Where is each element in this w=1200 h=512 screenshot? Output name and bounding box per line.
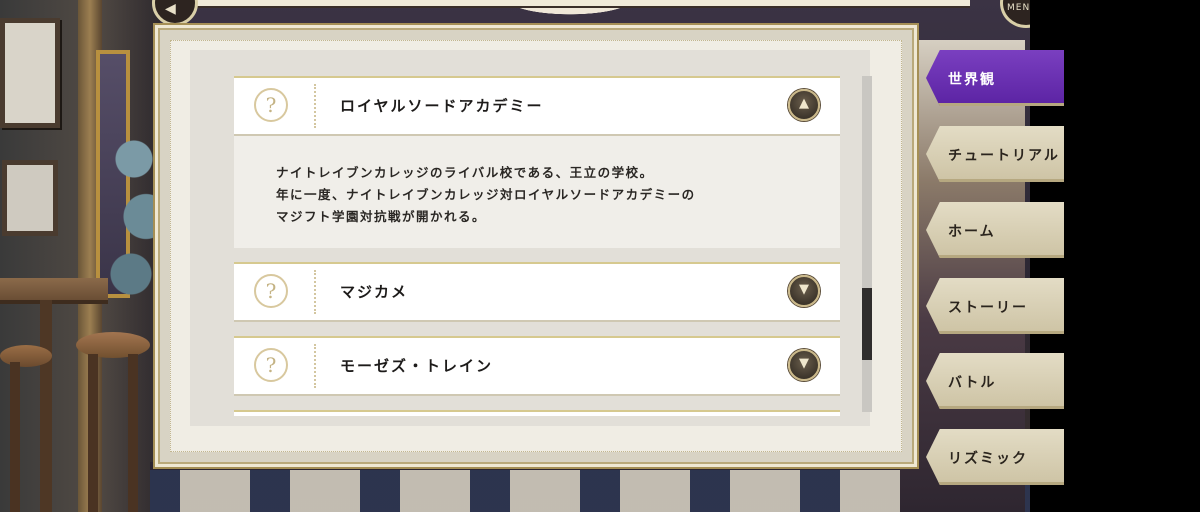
glossary-item[interactable]: ? ロイヤルソードアカデミー ▲ (234, 76, 840, 136)
expand-button[interactable]: ▼ (788, 349, 820, 381)
item-detail-text: ナイトレイブンカレッジのライバル校である、王立の学校。 年に一度、ナイトレイブン… (276, 162, 696, 228)
stool-leg (88, 354, 98, 512)
tab-world[interactable]: 世界観 (926, 50, 1064, 106)
detail-line: 年に一度、ナイトレイブンカレッジ対ロイヤルソードアカデミーの (276, 187, 696, 202)
item-title: モーゼズ・トレイン (340, 357, 494, 375)
tab-rhythmic[interactable]: リズミック (926, 429, 1064, 485)
glossary-list[interactable]: ? ロイヤルソードアカデミー ▲ ナイトレイブンカレッジのライバル校である、王立… (234, 76, 840, 416)
glossary-item[interactable]: ? ▼ (234, 410, 840, 416)
item-divider (314, 270, 316, 314)
chevron-down-icon: ▼ (799, 356, 809, 371)
back-arrow-icon: ◀ (165, 1, 176, 17)
item-title: マジカメ (340, 283, 409, 301)
tab-label: ストーリー (948, 300, 1028, 316)
tab-story[interactable]: ストーリー (926, 278, 1064, 334)
item-divider (314, 344, 316, 388)
wall-painting (0, 18, 60, 128)
expand-button[interactable]: ▼ (788, 275, 820, 307)
scrollbar-track[interactable] (862, 76, 872, 412)
tab-label: リズミック (948, 451, 1028, 467)
wall-painting-small (2, 160, 58, 236)
bar-stool (0, 345, 52, 367)
tab-battle[interactable]: バトル (926, 353, 1064, 409)
question-mark-icon: ? (254, 274, 288, 308)
glossary-item[interactable]: ? マジカメ ▼ (234, 262, 840, 322)
item-title: ロイヤルソードアカデミー (340, 97, 544, 115)
question-mark-icon: ? (254, 348, 288, 382)
table-leg (40, 300, 52, 512)
tab-tutorial[interactable]: チュートリアル (926, 126, 1064, 182)
collapse-button[interactable]: ▲ (788, 89, 820, 121)
detail-line: マジフト学園対抗戦が開かれる。 (276, 209, 487, 224)
tab-home[interactable]: ホーム (926, 202, 1064, 258)
top-bar (190, 0, 970, 8)
item-detail: ナイトレイブンカレッジのライバル校である、王立の学校。 年に一度、ナイトレイブン… (234, 136, 840, 248)
bar-table (0, 278, 108, 304)
chevron-down-icon: ▼ (799, 282, 809, 297)
tab-label: バトル (948, 375, 997, 391)
tab-label: チュートリアル (948, 148, 1060, 164)
scrollbar-thumb[interactable] (862, 288, 872, 360)
stool-leg (10, 362, 20, 512)
stool-leg (128, 354, 138, 512)
detail-line: ナイトレイブンカレッジのライバル校である、王立の学校。 (276, 165, 654, 180)
item-divider (314, 84, 316, 128)
chevron-up-icon: ▲ (799, 96, 809, 111)
tab-label: 世界観 (948, 72, 996, 88)
tab-label: ホーム (948, 224, 996, 240)
glossary-item[interactable]: ? モーゼズ・トレイン ▼ (234, 336, 840, 396)
question-mark-icon: ? (254, 88, 288, 122)
